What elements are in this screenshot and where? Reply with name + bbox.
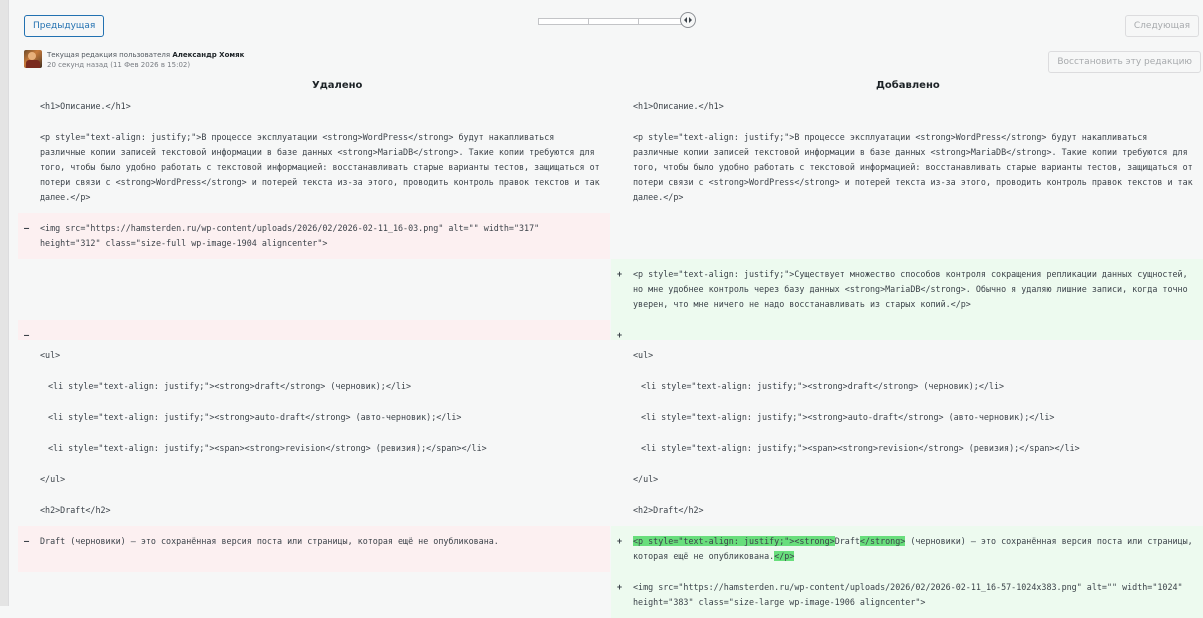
diff-cell-left: <p style="text-align: justify;">В процес… <box>40 132 600 202</box>
revision-author-line: Текущая редакция пользователя Александр … <box>47 51 244 59</box>
inserted-text: <p style="text-align: justify;"><strong> <box>633 536 835 546</box>
revision-slider-track[interactable] <box>538 18 688 25</box>
arrows-left-right-icon <box>684 17 692 23</box>
diff-row: </ul> </ul> <box>18 464 1203 495</box>
revisions-screen: Предыдущая Следующая Текущая редакция по… <box>18 0 1203 618</box>
revision-time: 20 секунд назад (11 Фев 2026 в 15:02) <box>47 61 191 69</box>
added-column-header: Добавлено <box>876 80 940 91</box>
diff-row-changed: – Draft (черновики) — это сохранённая ве… <box>18 526 1203 572</box>
diff-cell-empty <box>611 213 1203 259</box>
diff-cell-added: + <p style="text-align: justify;"><stron… <box>611 526 1203 572</box>
diff-cell-removed: – <img src="https://hamsterden.ru/wp-con… <box>18 213 610 259</box>
added-marker: + <box>617 536 623 546</box>
diff-cell-left: <li style="text-align: justify;"><strong… <box>48 381 412 391</box>
revision-author-name: Александр Хомяк <box>172 51 245 59</box>
admin-sidebar-edge <box>0 0 8 606</box>
diff-cell-right: <p style="text-align: justify;">В процес… <box>633 132 1193 202</box>
diff-row-removed: – <img src="https://hamsterden.ru/wp-con… <box>18 213 1203 259</box>
revision-author-info: Текущая редакция пользователя Александр … <box>24 46 624 72</box>
next-button[interactable]: Следующая <box>1124 15 1199 37</box>
removed-column-header: Удалено <box>312 80 363 91</box>
diff-cell-right: </ul> <box>633 474 659 484</box>
restore-revision-button[interactable]: Восстановить эту редакцию <box>1048 51 1201 73</box>
diff-cell-removed: – Draft (черновики) — это сохранённая ве… <box>18 526 610 572</box>
added-marker: + <box>617 269 623 279</box>
diff-cell-right: <li style="text-align: justify;"><span><… <box>641 443 1080 453</box>
removed-marker: – <box>24 536 30 546</box>
diff-row-added: + <img src="https://hamsterden.ru/wp-con… <box>18 572 1203 618</box>
inserted-text: </strong> <box>859 536 906 546</box>
slider-tick <box>638 19 639 24</box>
divider <box>8 0 9 606</box>
revision-author-prefix: Текущая редакция пользователя <box>47 51 171 59</box>
diff-cell-left: <h2>Draft</h2> <box>40 505 111 515</box>
diff-row: <p style="text-align: justify;">В процес… <box>18 122 1203 213</box>
diff-cell-empty <box>18 572 610 618</box>
diff-row: <li style="text-align: justify;"><span><… <box>18 433 1203 464</box>
diff-cell-right: <h2>Draft</h2> <box>633 505 704 515</box>
diff-row: <h1>Описание.</h1> <h1>Описание.</h1> <box>18 91 1203 122</box>
diff-row: <li style="text-align: justify;"><strong… <box>18 402 1203 433</box>
diff-cell-left: <li style="text-align: justify;"><strong… <box>48 412 462 422</box>
diff-row: <li style="text-align: justify;"><strong… <box>18 371 1203 402</box>
diff-table: <h1>Описание.</h1> <h1>Описание.</h1> <p… <box>18 91 1203 618</box>
added-marker: + <box>617 582 623 592</box>
diff-cell-left: <h1>Описание.</h1> <box>40 101 131 111</box>
previous-button[interactable]: Предыдущая <box>24 15 105 37</box>
diff-cell-added: + <box>611 320 1203 340</box>
removed-marker: – <box>24 223 30 233</box>
diff-row: <h2>Draft</h2> <h2>Draft</h2> <box>18 495 1203 526</box>
slider-tick <box>588 19 589 24</box>
diff-row-added: + <p style="text-align: justify;">Сущест… <box>18 259 1203 320</box>
diff-cell-empty <box>18 259 610 320</box>
diff-cell-right: <li style="text-align: justify;"><strong… <box>641 381 1005 391</box>
diff-cell-left: </ul> <box>40 474 66 484</box>
inserted-text: </p> <box>774 551 795 561</box>
diff-cell-right: <li style="text-align: justify;"><strong… <box>641 412 1055 422</box>
diff-cell-removed: – <box>18 320 610 340</box>
diff-cell-left: <li style="text-align: justify;"><span><… <box>48 443 487 453</box>
diff-row: <ul> <ul> <box>18 340 1203 371</box>
diff-cell-right: <h1>Описание.</h1> <box>633 101 724 111</box>
diff-cell-added: + <img src="https://hamsterden.ru/wp-con… <box>611 572 1203 618</box>
revision-slider-handle[interactable] <box>680 12 696 28</box>
avatar <box>24 50 42 68</box>
diff-cell-right: <ul> <box>633 350 654 360</box>
diff-row-changed: – + <box>18 320 1203 340</box>
diff-cell-added: + <p style="text-align: justify;">Сущест… <box>611 259 1203 320</box>
diff-cell-left: <ul> <box>40 350 61 360</box>
